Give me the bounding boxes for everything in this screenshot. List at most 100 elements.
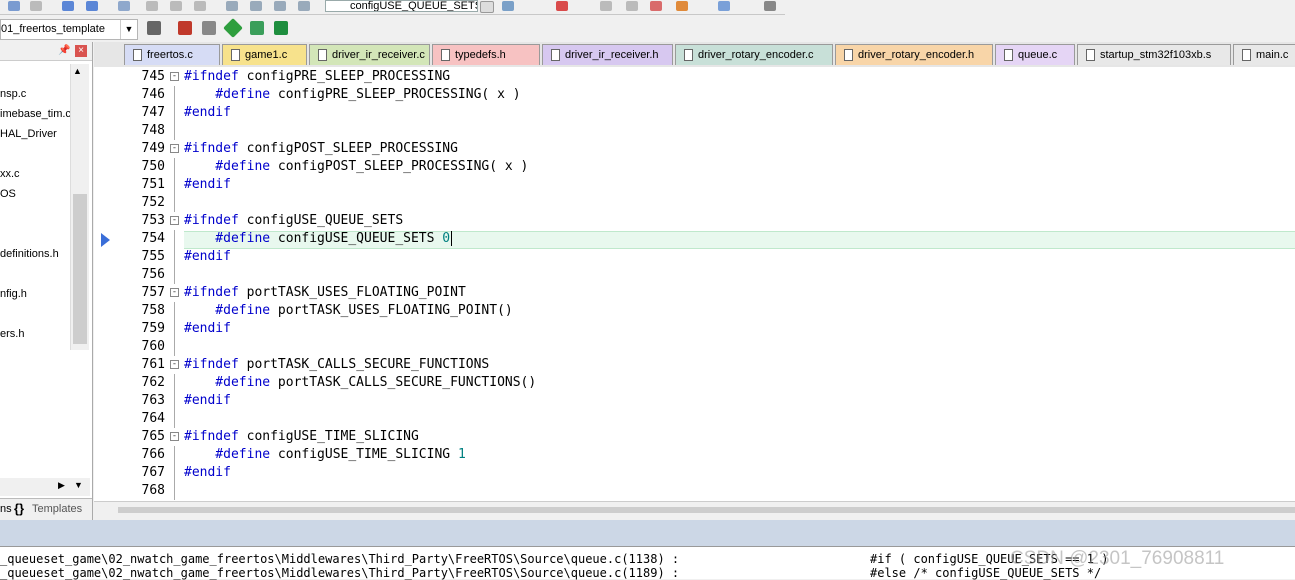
code-line[interactable]: 756 [94, 266, 1295, 284]
tree-item[interactable]: OS [0, 188, 16, 200]
tree-item[interactable]: ers.h [0, 328, 24, 340]
find-combo[interactable]: configUSE_QUEUE_SETS [325, 0, 478, 12]
editor-tab[interactable]: queue.c [995, 44, 1075, 65]
code-line[interactable]: 759 #endif [94, 320, 1295, 338]
tree-item[interactable]: nfig.h [0, 288, 27, 300]
editor-tab[interactable]: driver_ir_receiver.h [542, 44, 673, 65]
file-extensions-icon[interactable] [202, 21, 216, 35]
code-line[interactable]: 757- #ifndef portTASK_USES_FLOATING_POINT [94, 284, 1295, 302]
redo-icon[interactable] [30, 1, 42, 11]
editor-tab[interactable]: startup_stm32f103xb.s [1077, 44, 1231, 65]
editor-tab[interactable]: driver_ir_receiver.c [309, 44, 430, 65]
fold-toggle-icon[interactable]: - [170, 432, 179, 441]
code-line[interactable]: 753- #ifndef configUSE_QUEUE_SETS [94, 212, 1295, 230]
tab-functions[interactable]: ns [0, 503, 12, 515]
fold-toggle-icon[interactable]: - [170, 72, 179, 81]
breakpoint-kill-icon[interactable] [650, 1, 662, 11]
manage-rte-icon[interactable] [250, 21, 264, 35]
code-line[interactable]: 746 #define configPRE_SLEEP_PROCESSING( … [94, 86, 1295, 104]
select-packs-icon[interactable] [223, 18, 243, 38]
code-line[interactable]: 765- #ifndef configUSE_TIME_SLICING [94, 428, 1295, 446]
tree-item[interactable]: xx.c [0, 168, 20, 180]
target-select[interactable]: 01_freertos_template ▼ [0, 19, 138, 40]
tab-templates[interactable]: Templates [32, 503, 82, 515]
project-vscrollbar[interactable]: ▲ [70, 64, 89, 350]
unindent-icon[interactable] [250, 1, 262, 11]
bookmark-icon[interactable] [118, 1, 130, 11]
code-line[interactable]: 762 #define portTASK_CALLS_SECURE_FUNCTI… [94, 374, 1295, 392]
fold-toggle-icon[interactable]: - [170, 144, 179, 153]
code-line[interactable]: 751 #endif [94, 176, 1295, 194]
editor-tab[interactable]: driver_rotary_encoder.c [675, 44, 833, 65]
tree-item[interactable]: imebase_tim.c [0, 108, 71, 120]
code-line[interactable]: 752 [94, 194, 1295, 212]
tree-item[interactable]: HAL_Driver [0, 128, 57, 140]
pin-icon[interactable]: 📌 [58, 45, 70, 56]
editor-tab[interactable]: typedefs.h [432, 44, 540, 65]
uncomment-icon[interactable] [298, 1, 310, 11]
editor-tab[interactable]: driver_rotary_encoder.h [835, 44, 993, 65]
fold-toggle-icon[interactable]: - [170, 360, 179, 369]
code-line[interactable]: 750 #define configPOST_SLEEP_PROCESSING(… [94, 158, 1295, 176]
breakpoint-icon[interactable] [600, 1, 612, 11]
nav-forward-icon[interactable] [86, 1, 98, 11]
scroll-up-icon[interactable]: ▲ [73, 66, 82, 76]
code-line[interactable]: 763 #endif [94, 392, 1295, 410]
file-icon [1242, 49, 1251, 61]
debug-icon[interactable] [556, 1, 568, 11]
options-icon[interactable] [147, 21, 161, 35]
code-line[interactable]: 766 #define configUSE_TIME_SLICING 1 [94, 446, 1295, 464]
find-in-files-icon[interactable] [502, 1, 514, 11]
breakpoint-disable-icon[interactable] [626, 1, 638, 11]
editor-tab[interactable]: freertos.c [124, 44, 220, 65]
code-line[interactable]: 768 [94, 482, 1295, 500]
scroll-right-icon[interactable]: ▶ [58, 480, 65, 491]
code-identifier: configPRE_SLEEP_PROCESSING [238, 69, 451, 84]
code-line[interactable]: 745- #ifndef configPRE_SLEEP_PROCESSING [94, 68, 1295, 86]
code-line[interactable]: 747 #endif [94, 104, 1295, 122]
scroll-thumb[interactable] [73, 194, 87, 344]
project-hscrollbar[interactable]: ▶ ▼ [0, 478, 90, 496]
editor-tab[interactable]: main.c [1233, 44, 1295, 65]
code-line[interactable]: 754 #define configUSE_QUEUE_SETS 0 [94, 230, 1295, 248]
nav-back-icon[interactable] [62, 1, 74, 11]
find-dropdown-icon[interactable] [480, 1, 494, 13]
code-line[interactable]: 748 [94, 122, 1295, 140]
pack-installer-icon[interactable] [274, 21, 288, 35]
scroll-down-icon[interactable]: ▼ [74, 480, 83, 490]
config-icon[interactable] [764, 1, 776, 11]
line-number: 756 [141, 267, 165, 282]
bookmark-next-icon[interactable] [170, 1, 182, 11]
bookmark-prev-icon[interactable] [146, 1, 158, 11]
fold-toggle-icon[interactable]: - [170, 288, 179, 297]
code-line[interactable]: 767 #endif [94, 464, 1295, 482]
tree-item[interactable]: nsp.c [0, 88, 26, 100]
code-line[interactable]: 755 #endif [94, 248, 1295, 266]
tools-icon[interactable] [676, 1, 688, 11]
scroll-thumb[interactable] [118, 507, 1295, 513]
close-icon[interactable]: × [75, 45, 87, 57]
panel-splitter[interactable] [0, 520, 1295, 546]
fold-toggle-icon[interactable]: - [170, 216, 179, 225]
window-icon[interactable] [718, 1, 730, 11]
code-identifier: portTASK_CALLS_SECURE_FUNCTIONS [238, 357, 490, 372]
editor-tab[interactable]: game1.c [222, 44, 307, 65]
preprocessor-directive: #endif [184, 177, 231, 192]
tree-item[interactable]: definitions.h [0, 248, 59, 260]
chevron-down-icon[interactable]: ▼ [120, 20, 137, 39]
code-line[interactable]: 764 [94, 410, 1295, 428]
bookmark-clear-icon[interactable] [194, 1, 206, 11]
code-text: #ifndef portTASK_USES_FLOATING_POINT [184, 284, 466, 302]
editor-tab-label: startup_stm32f103xb.s [1100, 49, 1212, 61]
code-line[interactable]: 761- #ifndef portTASK_CALLS_SECURE_FUNCTI… [94, 356, 1295, 374]
manage-project-icon[interactable] [178, 21, 192, 35]
code-line[interactable]: 760 [94, 338, 1295, 356]
comment-icon[interactable] [274, 1, 286, 11]
undo-icon[interactable] [8, 1, 20, 11]
code-line[interactable]: 749- #ifndef configPOST_SLEEP_PROCESSING [94, 140, 1295, 158]
code-line[interactable]: 758 #define portTASK_USES_FLOATING_POINT… [94, 302, 1295, 320]
editor-hscrollbar[interactable] [94, 501, 1295, 520]
line-number: 764 [141, 411, 165, 426]
find-combo-value: configUSE_QUEUE_SETS [350, 0, 478, 12]
indent-icon[interactable] [226, 1, 238, 11]
